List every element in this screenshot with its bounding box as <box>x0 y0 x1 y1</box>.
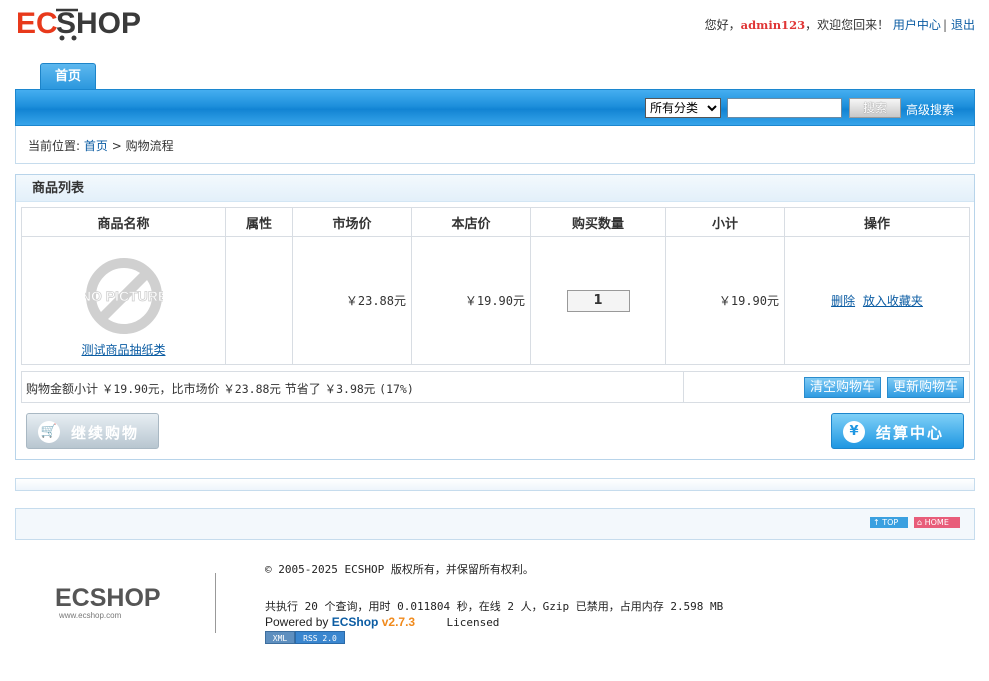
continue-shopping-label: 继续购物 <box>71 424 140 442</box>
cell-shop-price: ￥19.90元 <box>411 236 531 365</box>
cell-market-price: ￥23.88元 <box>292 236 412 365</box>
version-text: v2.7.3 <box>381 615 416 629</box>
feed-badges: XML RSS 2.0 <box>265 631 345 644</box>
continue-shopping-button[interactable]: 🛒 继续购物 <box>26 413 159 449</box>
breadcrumb-prefix: 当前位置: <box>28 139 81 153</box>
no-picture-label: NO PICTURE <box>85 288 163 304</box>
svg-text:ECSHOP: ECSHOP <box>55 584 161 612</box>
col-quantity: 购买数量 <box>530 207 666 237</box>
footer-logo: ECSHOP www.ecshop.com <box>55 584 161 620</box>
powered-by: Powered by ECShop v2.7.3 Licensed <box>265 615 499 629</box>
summary-text: 购物金额小计 ￥19.90元，比市场价 ￥23.88元 节省了 ￥3.98元 (… <box>26 380 414 397</box>
spacer-box <box>15 478 975 491</box>
copyright-text: © 2005-2025 ECSHOP 版权所有，并保留所有权利。 <box>265 563 534 576</box>
xml-badge[interactable]: XML <box>265 631 295 644</box>
ecshop-logo[interactable]: EC SHOP <box>16 4 140 44</box>
summary-label-saved: 节省了 <box>284 382 321 396</box>
summary-divider <box>683 372 684 402</box>
cart-icon: 🛒 <box>38 421 60 443</box>
footer-logo-url: www.ecshop.com <box>58 611 122 620</box>
cell-subtotal: ￥19.90元 <box>665 236 785 365</box>
breadcrumb-home-link[interactable]: 首页 <box>84 139 108 153</box>
welcome-text: ，欢迎您回来！ <box>805 18 890 32</box>
summary-market: ￥23.88元 <box>223 382 281 396</box>
footer-bar: ↑ TOP ⌂ HOME <box>15 508 975 540</box>
col-name: 商品名称 <box>21 207 226 237</box>
user-bar: 您好，admin123，欢迎您回来！ 用户中心 | 退出 <box>705 16 975 33</box>
breadcrumb-current: 购物流程 <box>125 139 174 153</box>
search-bar: 所有分类 搜索 高级搜索 <box>15 89 975 126</box>
nav-tab-home[interactable]: 首页 <box>40 63 96 90</box>
cart-box: 商品列表 商品名称 属性 市场价 本店价 购买数量 小计 操作 NO PICTU… <box>15 174 975 460</box>
col-attr: 属性 <box>225 207 293 237</box>
powered-by-label: Powered by <box>265 615 329 629</box>
advanced-search-link[interactable]: 高级搜索 <box>906 101 954 118</box>
breadcrumb-arrow: > <box>111 139 122 153</box>
cell-attr <box>225 236 293 365</box>
ecshop-brand-link[interactable]: ECShop <box>332 615 379 629</box>
cart-table: 商品名称 属性 市场价 本店价 购买数量 小计 操作 NO PICTURE 测试… <box>21 207 970 365</box>
rss-badge[interactable]: RSS 2.0 <box>295 631 345 644</box>
cart-summary: 购物金额小计 ￥19.90元，比市场价 ￥23.88元 节省了 ￥3.98元 (… <box>21 371 970 403</box>
cell-goods: NO PICTURE 测试商品抽纸类 <box>21 236 226 365</box>
summary-label-total: 购物金额小计 <box>26 382 99 396</box>
col-market-price: 市场价 <box>292 207 412 237</box>
checkout-button[interactable]: ¥ 结算中心 <box>831 413 964 449</box>
home-link[interactable]: ⌂ HOME <box>914 517 960 528</box>
svg-text:EC: EC <box>16 7 58 40</box>
summary-saved: ￥3.98元 <box>324 382 376 396</box>
search-input[interactable] <box>727 98 842 118</box>
col-shop-price: 本店价 <box>411 207 531 237</box>
no-picture-image[interactable]: NO PICTURE <box>85 257 163 335</box>
summary-label-market: ，比市场价 <box>159 382 220 396</box>
col-actions: 操作 <box>784 207 970 237</box>
cart-title: 商品列表 <box>16 175 974 202</box>
quantity-input[interactable]: 1 <box>566 289 630 312</box>
user-center-link[interactable]: 用户中心 <box>893 18 941 32</box>
clear-cart-button[interactable]: 清空购物车 <box>804 377 882 398</box>
greeting-text: 您好， <box>704 18 741 32</box>
checkout-label: 结算中心 <box>876 424 945 442</box>
footer-divider <box>215 573 216 633</box>
summary-percent: (17%) <box>379 382 414 396</box>
yen-icon: ¥ <box>843 421 865 443</box>
table-header-row: 商品名称 属性 市场价 本店价 购买数量 小计 操作 <box>21 207 970 237</box>
footer: ECSHOP www.ecshop.com © 2005-2025 ECSHOP… <box>0 560 989 670</box>
svg-text:SHOP: SHOP <box>56 7 140 40</box>
table-row: NO PICTURE 测试商品抽纸类 ￥23.88元 ￥19.90元 1 ￥19… <box>21 236 970 365</box>
logout-link[interactable]: 退出 <box>951 18 975 32</box>
update-cart-button[interactable]: 更新购物车 <box>887 377 965 398</box>
stats-text: 共执行 20 个查询，用时 0.011804 秒，在线 2 人，Gzip 已禁用… <box>265 600 724 613</box>
licensed-text: Licensed <box>446 616 500 629</box>
favorite-link[interactable]: 放入收藏夹 <box>863 294 923 308</box>
goods-name-link[interactable]: 测试商品抽纸类 <box>22 341 225 358</box>
delete-link[interactable]: 删除 <box>831 294 855 308</box>
top-link[interactable]: ↑ TOP <box>870 517 908 528</box>
col-subtotal: 小计 <box>665 207 785 237</box>
breadcrumb: 当前位置: 首页 > 购物流程 <box>15 126 975 164</box>
username: admin123 <box>740 18 806 32</box>
category-select[interactable]: 所有分类 <box>645 98 721 118</box>
cell-actions: 删除 放入收藏夹 <box>784 236 970 365</box>
separator: | <box>942 18 947 32</box>
cell-quantity: 1 <box>530 236 666 365</box>
summary-total: ￥19.90元 <box>101 382 160 396</box>
search-button[interactable]: 搜索 <box>849 98 901 118</box>
